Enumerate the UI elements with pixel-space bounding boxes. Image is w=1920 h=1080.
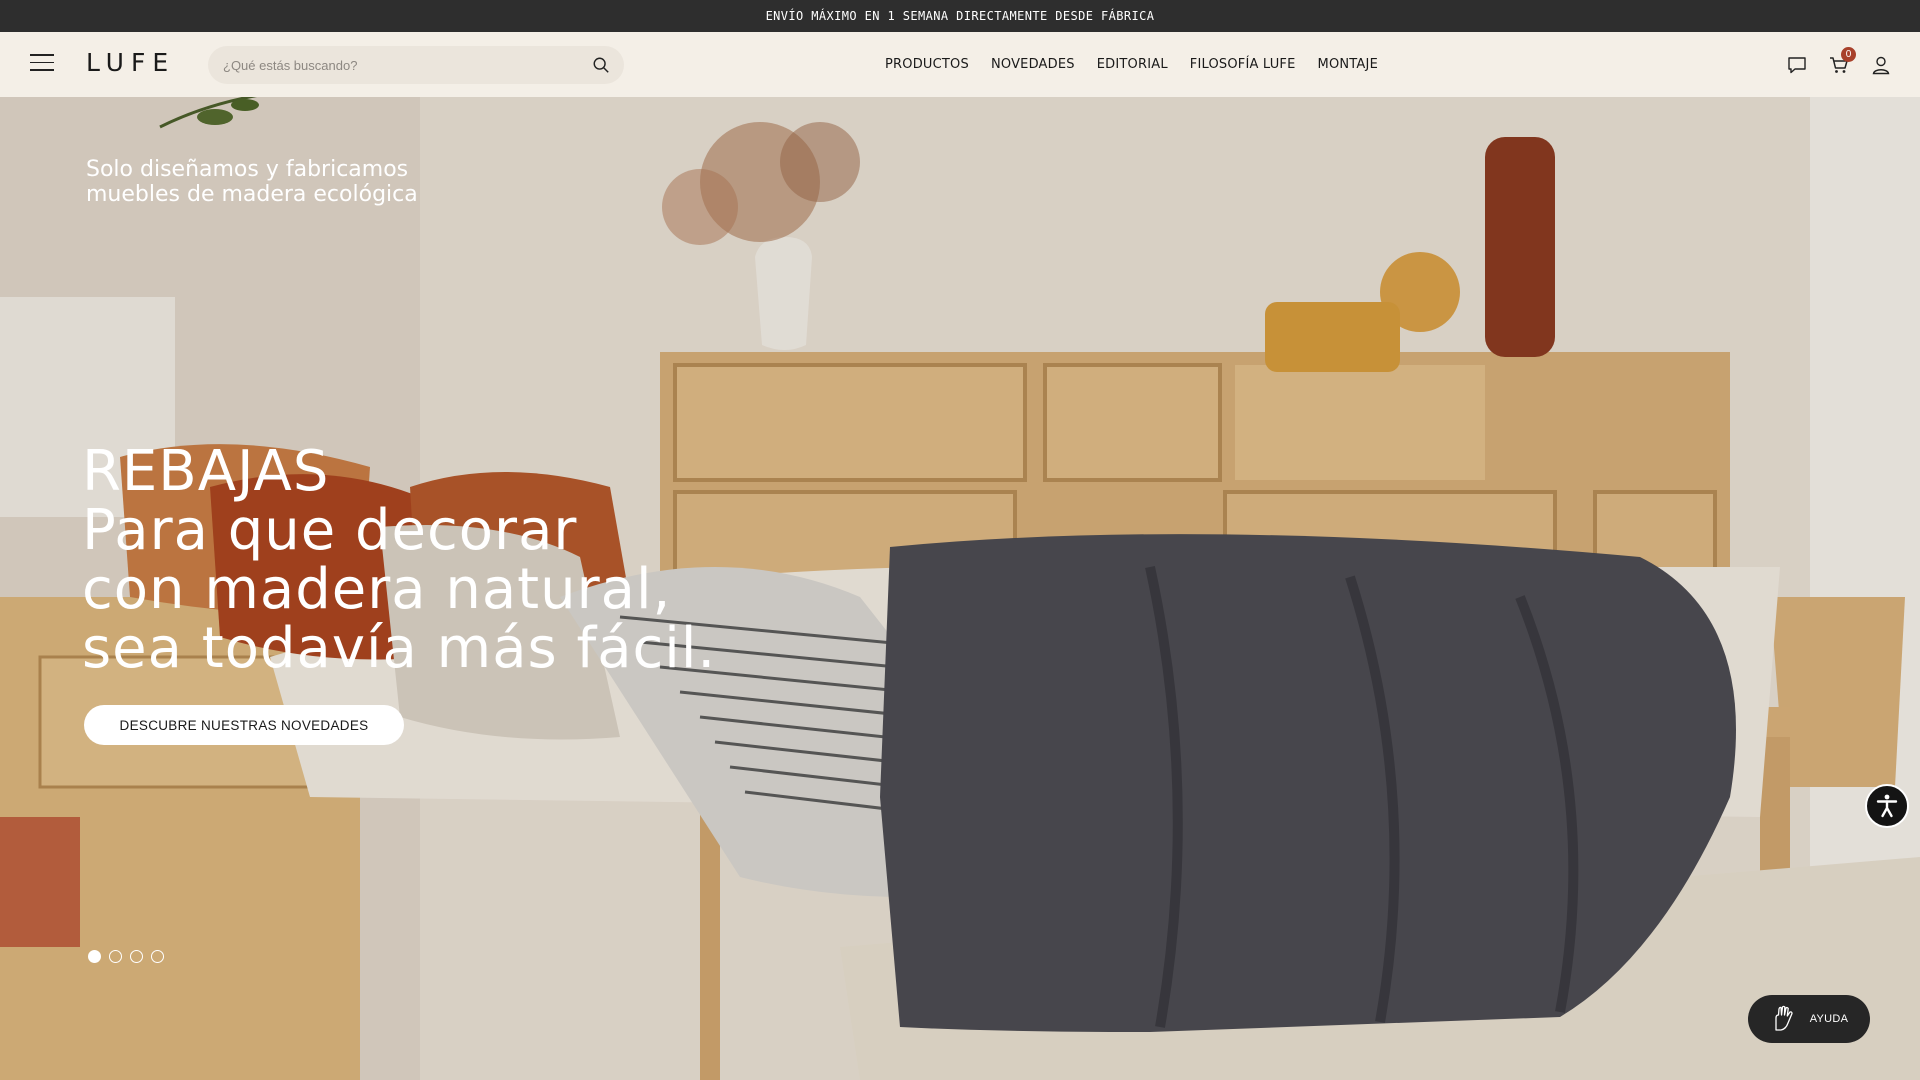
nav-editorial[interactable]: EDITORIAL [1097, 57, 1168, 72]
accessibility-icon [1876, 794, 1898, 818]
help-button[interactable]: AYUDA [1748, 995, 1870, 1043]
main-nav: PRODUCTOS NOVEDADES EDITORIAL FILOSOFÍA … [885, 32, 1400, 97]
cart-button[interactable]: 0 [1828, 46, 1856, 76]
nav-productos[interactable]: PRODUCTOS [885, 57, 969, 72]
headline-line-3: con madera natural, [82, 557, 672, 622]
help-label: AYUDA [1809, 1013, 1849, 1025]
shipping-banner-text: ENVÍO MÁXIMO EN 1 SEMANA DIRECTAMENTE DE… [765, 9, 1155, 23]
headline-line-1: REBAJAS [82, 439, 330, 504]
nav-montaje[interactable]: MONTAJE [1318, 57, 1378, 72]
carousel-dot-1[interactable] [88, 950, 101, 963]
nav-novedades[interactable]: NOVEDADES [991, 57, 1075, 72]
user-icon[interactable] [1870, 54, 1892, 76]
site-header: LUFE PRODUCTOS NOVEDADES EDITORIAL FILOS… [0, 32, 1920, 97]
discover-novelties-button[interactable]: DESCUBRE NUESTRAS NOVEDADES [84, 705, 404, 745]
accessibility-button[interactable] [1865, 784, 1909, 828]
cart-count-badge: 0 [1841, 46, 1856, 62]
hero-headline: REBAJAS Para que decorar con madera natu… [82, 442, 982, 678]
menu-icon[interactable] [30, 54, 54, 72]
header-actions: 0 [1766, 32, 1892, 97]
logo[interactable]: LUFE [86, 48, 175, 77]
chat-icon[interactable] [1786, 54, 1808, 76]
headline-line-2: Para que decorar [82, 498, 578, 563]
search-icon[interactable] [592, 56, 610, 74]
shipping-banner: ENVÍO MÁXIMO EN 1 SEMANA DIRECTAMENTE DE… [0, 0, 1920, 32]
help-hand-icon [1775, 1005, 1793, 1031]
carousel-dot-2[interactable] [109, 950, 122, 963]
carousel-dots [88, 950, 172, 963]
hero-banner: Solo diseñamos y fabricamos muebles de m… [0, 97, 1920, 1080]
carousel-dot-3[interactable] [130, 950, 143, 963]
hero-tagline: Solo diseñamos y fabricamos muebles de m… [86, 157, 418, 207]
carousel-dot-4[interactable] [151, 950, 164, 963]
nav-filosofia[interactable]: FILOSOFÍA LUFE [1190, 57, 1296, 72]
search-bar [208, 46, 624, 84]
search-input[interactable] [223, 57, 583, 73]
headline-line-4: sea todavía más fácil. [82, 616, 717, 681]
